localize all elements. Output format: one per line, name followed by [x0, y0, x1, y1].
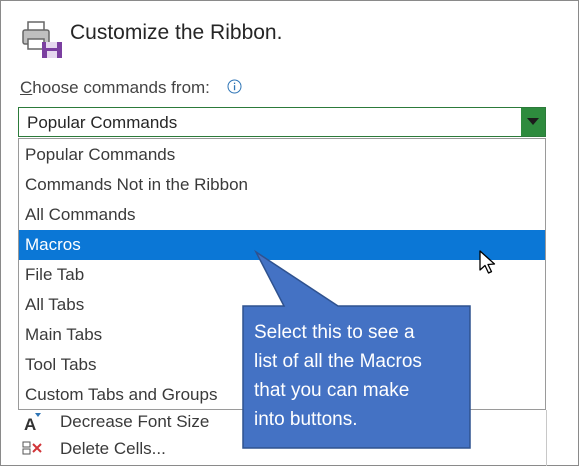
mouse-pointer-icon [479, 250, 496, 274]
dropdown-button[interactable] [521, 108, 545, 136]
page-title: Customize the Ribbon. [70, 21, 283, 44]
option-popular-commands[interactable]: Popular Commands [19, 140, 545, 170]
option-all-tabs[interactable]: All Tabs [19, 290, 545, 320]
callout-text: Select this to see a list of all the Mac… [254, 322, 422, 430]
select-value: Popular Commands [27, 113, 178, 132]
choose-commands-label: Choose commands from: [20, 78, 210, 97]
option-file-tab[interactable]: File Tab [19, 260, 545, 290]
delete-cells-icon [22, 441, 42, 455]
svg-text:A: A [24, 415, 36, 432]
commands-source-select[interactable]: Popular Commands [18, 107, 546, 137]
option-all-commands[interactable]: All Commands [19, 200, 545, 230]
ribbon-customize-icon [22, 21, 62, 58]
info-icon[interactable] [227, 79, 242, 94]
option-macros[interactable]: Macros [19, 230, 545, 260]
chevron-down-icon [527, 118, 539, 125]
decrease-font-icon: A [24, 413, 41, 432]
list-scrollbar[interactable] [546, 410, 561, 466]
option-commands-not-in-ribbon[interactable]: Commands Not in the Ribbon [19, 170, 545, 200]
